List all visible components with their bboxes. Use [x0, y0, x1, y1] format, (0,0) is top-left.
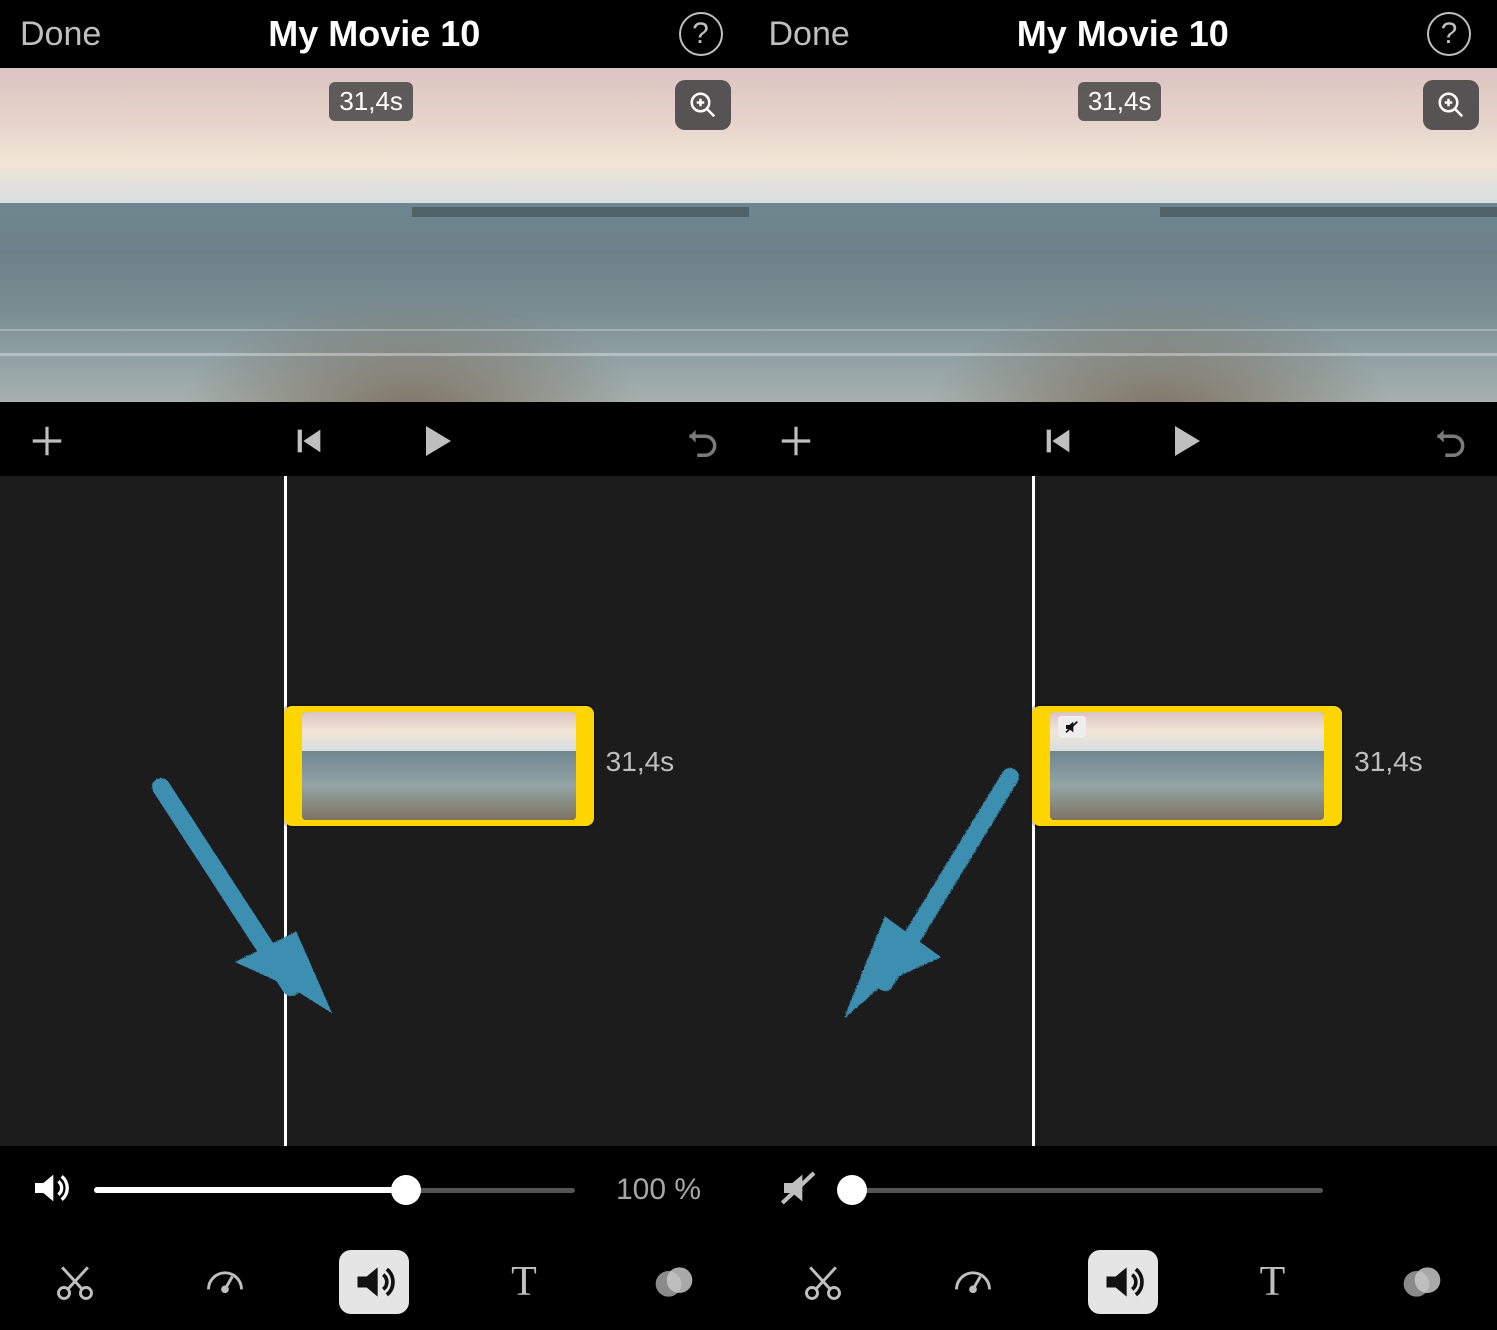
transport-bar — [0, 406, 749, 476]
filters-tool[interactable] — [1387, 1250, 1457, 1314]
preview-pier — [1160, 207, 1497, 217]
cut-tool[interactable] — [788, 1250, 858, 1314]
timeline-clip[interactable] — [284, 706, 594, 826]
project-title: My Movie 10 — [268, 13, 480, 55]
video-preview[interactable]: 31,4s — [0, 68, 749, 406]
speaker-muted-icon[interactable] — [779, 1168, 819, 1213]
timeline-clip[interactable] — [1032, 706, 1342, 826]
cut-tool[interactable] — [40, 1250, 110, 1314]
volume-tool[interactable] — [339, 1250, 409, 1314]
text-tool-icon: T — [511, 1258, 537, 1306]
volume-bar: 100 % — [0, 1146, 749, 1234]
magnify-plus-icon — [1436, 90, 1466, 120]
edit-toolbar: T — [0, 1234, 749, 1330]
play-button[interactable] — [1165, 421, 1205, 461]
clip-muted-icon — [1058, 716, 1086, 738]
volume-bar — [749, 1146, 1497, 1234]
volume-tool[interactable] — [1088, 1250, 1158, 1314]
titles-tool[interactable]: T — [489, 1250, 559, 1314]
help-icon: ? — [1441, 17, 1458, 51]
text-tool-icon: T — [1260, 1258, 1286, 1306]
transport-center — [1041, 421, 1205, 461]
edit-toolbar: T — [749, 1234, 1497, 1330]
slider-fill — [94, 1187, 406, 1193]
volume-slider[interactable] — [843, 1170, 1324, 1210]
pane-right: Done My Movie 10 ? 31,4s — [749, 0, 1497, 1330]
clip-duration-badge: 31,4s — [329, 82, 413, 121]
skip-start-button[interactable] — [1041, 424, 1075, 458]
slider-track — [843, 1188, 1324, 1193]
clip-duration-label: 31,4s — [606, 746, 675, 778]
help-icon: ? — [692, 17, 709, 51]
filters-tool[interactable] — [639, 1250, 709, 1314]
magnify-plus-icon — [688, 90, 718, 120]
help-button[interactable]: ? — [679, 12, 723, 56]
transport-center — [292, 421, 456, 461]
volume-slider[interactable] — [94, 1170, 575, 1210]
slider-thumb[interactable] — [837, 1175, 867, 1205]
slider-thumb[interactable] — [391, 1175, 421, 1205]
titles-tool[interactable]: T — [1237, 1250, 1307, 1314]
timeline[interactable]: 31,4s — [0, 476, 749, 1146]
undo-button[interactable] — [1431, 422, 1469, 460]
zoom-button[interactable] — [1423, 80, 1479, 130]
done-button[interactable]: Done — [20, 15, 101, 54]
topbar: Done My Movie 10 ? — [749, 0, 1497, 68]
app-root: Done My Movie 10 ? 31,4s — [0, 0, 1497, 1330]
skip-start-button[interactable] — [292, 424, 326, 458]
preview-sea — [749, 203, 1497, 406]
add-media-button[interactable] — [777, 422, 815, 460]
speed-tool[interactable] — [190, 1250, 260, 1314]
speed-tool[interactable] — [938, 1250, 1008, 1314]
topbar: Done My Movie 10 ? — [0, 0, 749, 68]
help-button[interactable]: ? — [1427, 12, 1471, 56]
preview-pier — [412, 207, 749, 217]
playhead-notch — [281, 404, 317, 426]
zoom-button[interactable] — [675, 80, 731, 130]
playhead-notch — [1029, 404, 1065, 426]
clip-thumbnail — [1050, 712, 1324, 820]
done-button[interactable]: Done — [769, 15, 850, 54]
clip-thumbnail — [302, 712, 576, 820]
clip-duration-badge: 31,4s — [1078, 82, 1162, 121]
transport-bar — [749, 406, 1497, 476]
annotation-arrow — [789, 766, 1069, 1066]
clip-duration-label: 31,4s — [1354, 746, 1423, 778]
speaker-icon[interactable] — [30, 1168, 70, 1213]
undo-button[interactable] — [683, 422, 721, 460]
play-button[interactable] — [416, 421, 456, 461]
timeline[interactable]: 31,4s — [749, 476, 1497, 1146]
preview-sea — [0, 203, 749, 406]
add-media-button[interactable] — [28, 422, 66, 460]
volume-percent-label: 100 % — [599, 1173, 719, 1207]
pane-left: Done My Movie 10 ? 31,4s — [0, 0, 749, 1330]
project-title: My Movie 10 — [1017, 13, 1229, 55]
video-preview[interactable]: 31,4s — [749, 68, 1497, 406]
